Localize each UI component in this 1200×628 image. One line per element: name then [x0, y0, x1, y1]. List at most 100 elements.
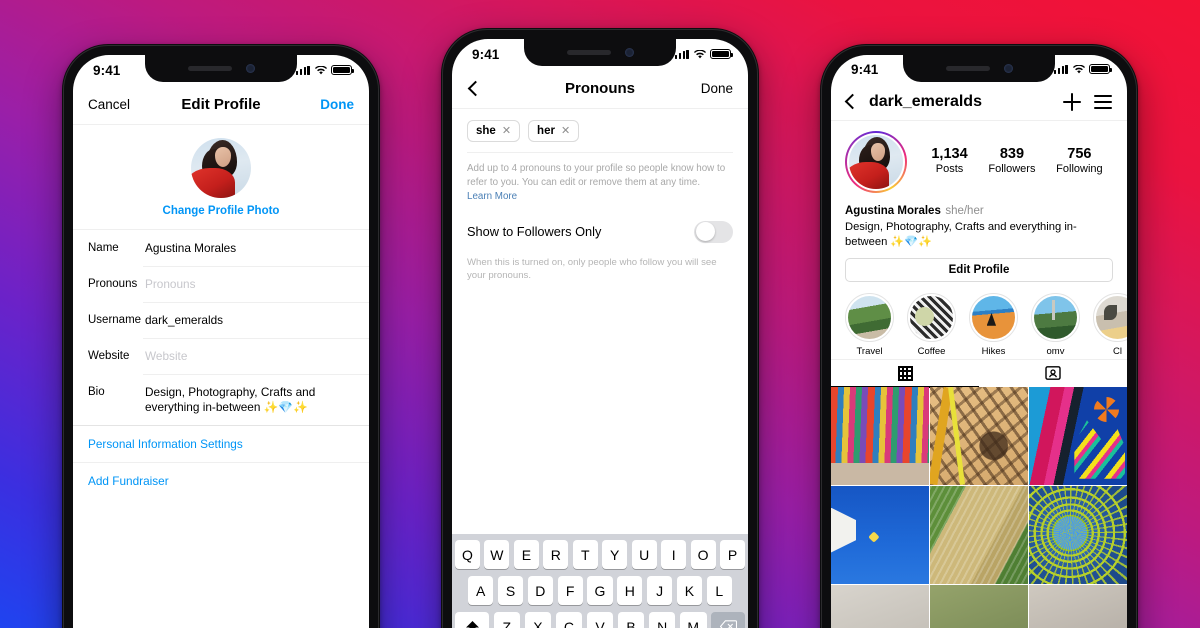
key-u[interactable]: U [631, 540, 657, 569]
photo-cell[interactable] [831, 386, 929, 485]
stat-label: Followers [988, 162, 1036, 175]
highlight-image [1096, 295, 1127, 339]
key-s[interactable]: S [497, 576, 524, 605]
menu-button[interactable] [1092, 91, 1114, 113]
key-z[interactable]: Z [493, 612, 521, 628]
avatar[interactable] [849, 135, 903, 189]
key-o[interactable]: O [690, 540, 716, 569]
pronoun-chip-her[interactable]: her ✕ [528, 120, 580, 142]
key-p[interactable]: P [720, 540, 746, 569]
highlight-coffee[interactable]: Coffee [907, 292, 956, 357]
key-f[interactable]: F [557, 576, 583, 605]
add-post-button[interactable] [1061, 91, 1083, 113]
back-button[interactable] [844, 93, 861, 110]
highlight-label: Coffee [917, 345, 946, 357]
key-b[interactable]: B [617, 612, 645, 628]
field-row-username[interactable]: Username dark_emeralds [73, 302, 369, 338]
highlight-hikes[interactable]: Hikes [969, 292, 1018, 357]
field-list: Name Agustina Morales Pronouns Pronouns … [73, 230, 369, 425]
highlight-image [972, 295, 1015, 339]
key-t[interactable]: T [572, 540, 598, 569]
profile-username: dark_emeralds [869, 92, 982, 110]
add-fundraiser-link[interactable]: Add Fundraiser [73, 463, 369, 499]
key-d[interactable]: D [527, 576, 553, 605]
key-x[interactable]: X [524, 612, 552, 628]
key-g[interactable]: G [587, 576, 613, 605]
key-e[interactable]: E [513, 540, 539, 569]
website-input[interactable]: Website [145, 349, 354, 364]
key-q[interactable]: Q [454, 540, 480, 569]
chip-label: her [537, 125, 555, 137]
battery-icon [331, 64, 354, 76]
key-h[interactable]: H [617, 576, 643, 605]
field-row-pronouns[interactable]: Pronouns Pronouns [73, 266, 369, 302]
highlight-image [1034, 295, 1077, 339]
personal-information-settings-link[interactable]: Personal Information Settings [73, 426, 369, 463]
key-n[interactable]: N [648, 612, 676, 628]
bio-input[interactable]: Design, Photography, Crafts and everythi… [145, 385, 354, 415]
close-icon[interactable]: ✕ [561, 125, 570, 137]
photo-cell[interactable] [1029, 486, 1127, 584]
name-input[interactable]: Agustina Morales [145, 241, 354, 256]
photo-cell[interactable] [1029, 386, 1127, 485]
key-j[interactable]: J [646, 576, 673, 605]
username-input[interactable]: dark_emeralds [145, 313, 354, 328]
photo-cell[interactable] [930, 486, 1028, 584]
tab-grid[interactable] [831, 360, 979, 388]
key-w[interactable]: W [484, 540, 510, 569]
pronoun-chip-list: she ✕ her ✕ [452, 109, 748, 152]
field-row-bio[interactable]: Bio Design, Photography, Crafts and ever… [73, 374, 369, 425]
done-button[interactable]: Done [320, 97, 354, 112]
close-icon[interactable]: ✕ [502, 125, 511, 137]
avatar[interactable] [191, 138, 251, 198]
key-a[interactable]: A [468, 576, 494, 605]
photo-cell[interactable] [930, 585, 1028, 628]
story-ring[interactable] [845, 131, 907, 194]
tab-tagged[interactable] [979, 360, 1127, 387]
key-y[interactable]: Y [602, 540, 628, 569]
photo-cell[interactable] [1029, 585, 1127, 628]
key-l[interactable]: L [706, 576, 732, 605]
key-r[interactable]: R [543, 540, 569, 569]
field-row-website[interactable]: Website Website [73, 338, 369, 374]
show-to-followers-toggle[interactable] [694, 220, 733, 243]
cancel-button[interactable]: Cancel [88, 97, 130, 112]
phone-pronouns: 9:41 Pronouns Done she ✕ her ✕ Add up to… [441, 28, 759, 628]
stat-label: Following [1056, 162, 1103, 175]
keyboard-row-2: ASDFGHJKL [455, 576, 745, 605]
key-i[interactable]: I [661, 540, 687, 569]
on-screen-keyboard[interactable]: QWERTYUIOP ASDFGHJKL ZXCVBNM 123 space G… [452, 534, 748, 628]
photo-grid[interactable] [831, 386, 1127, 628]
change-profile-photo-link[interactable]: Change Profile Photo [73, 205, 369, 217]
shift-key[interactable] [455, 612, 489, 628]
photo-cell[interactable] [930, 386, 1028, 485]
plus-icon [1063, 92, 1081, 111]
key-c[interactable]: C [555, 612, 583, 628]
stat-following[interactable]: 756 Following [1056, 146, 1102, 175]
highlight-omv[interactable]: omv [1031, 292, 1080, 357]
show-to-followers-row[interactable]: Show to Followers Only [452, 204, 748, 252]
highlight-travel[interactable]: Travel [845, 292, 894, 357]
highlight-cl[interactable]: Cl [1093, 292, 1127, 357]
pronouns-input[interactable]: Pronouns [145, 277, 354, 292]
key-m[interactable]: M [679, 612, 707, 628]
pronoun-chip-she[interactable]: she ✕ [467, 120, 521, 142]
field-label: Website [88, 350, 130, 362]
backspace-key[interactable] [711, 612, 745, 628]
key-k[interactable]: K [676, 576, 703, 605]
photo-cell[interactable] [831, 585, 929, 628]
story-highlights[interactable]: Travel Coffee Hikes omv Cl [831, 282, 1127, 359]
status-time: 9:41 [93, 62, 121, 78]
cellular-signal-icon [674, 49, 689, 59]
field-row-name[interactable]: Name Agustina Morales [73, 230, 369, 266]
learn-more-link[interactable]: Learn More [467, 190, 517, 204]
done-button[interactable]: Done [701, 81, 733, 96]
chevron-left-icon [467, 80, 484, 97]
photo-cell[interactable] [831, 486, 929, 584]
key-v[interactable]: V [586, 612, 614, 628]
back-button[interactable] [467, 80, 484, 97]
edit-profile-button[interactable]: Edit Profile [845, 258, 1113, 282]
stat-followers[interactable]: 839 Followers [988, 146, 1035, 175]
stat-posts[interactable]: 1,134 Posts [931, 146, 967, 175]
highlight-label: Travel [856, 345, 883, 357]
